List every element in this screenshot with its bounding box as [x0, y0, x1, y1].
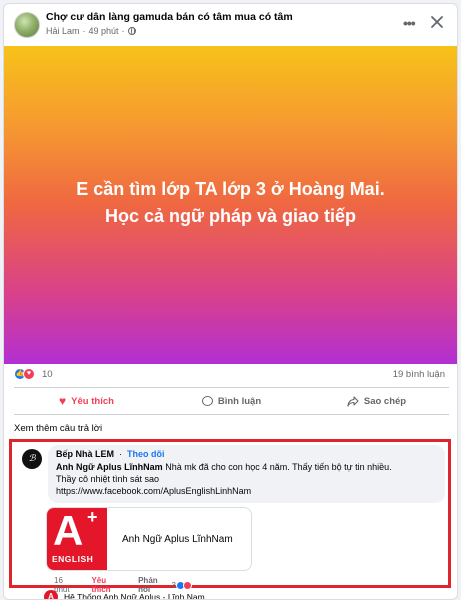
reaction-stats: 👍 ♥ 10 19 bình luận — [4, 366, 457, 384]
meta-separator: · — [121, 26, 125, 36]
group-name[interactable]: Chợ cư dân làng gamuda bán có tâm mua có… — [46, 11, 293, 23]
more-answers-link[interactable]: Xem thêm câu trả lời — [14, 423, 102, 434]
highlighted-comment: ℬ Bếp Nhà LEM · Theo dõi Anh Ngữ Aplus L… — [9, 439, 451, 594]
like-label: Yêu thích — [71, 395, 114, 407]
comment-link[interactable]: https://www.facebook.com/AplusEnglishLin… — [56, 486, 437, 496]
globe-icon — [127, 27, 136, 35]
post-card: Chợ cư dân làng gamuda bán có tâm mua có… — [3, 3, 458, 600]
comment-count[interactable]: 19 bình luận — [393, 369, 445, 380]
logo-plus: + — [87, 507, 98, 527]
more-dots-icon[interactable]: ••• — [403, 15, 416, 31]
close-icon[interactable] — [429, 14, 445, 30]
comment-bubble-icon — [201, 396, 213, 406]
share-button[interactable]: Sao chép — [304, 388, 449, 414]
comment-author[interactable]: Bếp Nhà LEM — [56, 449, 114, 459]
post-time[interactable]: 49 phút — [89, 26, 119, 36]
comment-separator: · — [119, 449, 123, 459]
action-bar: ♥ Yêu thích Bình luận Sao chép — [14, 387, 449, 415]
comment-label: Bình luận — [217, 395, 262, 407]
comment-text: Nhà mk đã cho con học 4 năm. Thấy tiến b… — [165, 462, 392, 472]
comment-header: Bếp Nhà LEM · Theo dõi — [56, 449, 437, 459]
banner-text: E cần tìm lớp TA lớp 3 ở Hoàng Mai. Học … — [76, 179, 385, 226]
post-meta: Hải Lam · 49 phút · — [46, 26, 136, 36]
next-reply-author[interactable]: Hệ Thống Anh Ngữ Aplus - Lĩnh Nam — [64, 592, 205, 599]
comment-text-line2: Thầy cô nhiệt tình sát sao — [56, 474, 160, 484]
post-banner: E cần tìm lớp TA lớp 3 ở Hoàng Mai. Học … — [4, 46, 457, 364]
heart-reaction-icon: ♥ — [23, 368, 35, 380]
link-preview-title: Anh Ngữ Aplus LĩnhNam — [122, 534, 233, 545]
comment-button[interactable]: Bình luận — [159, 388, 304, 414]
reaction-count[interactable]: 10 — [42, 369, 53, 380]
logo-word: ENGLISH — [52, 554, 94, 564]
meta-separator: · — [82, 26, 86, 36]
heart-reaction-icon — [183, 580, 192, 590]
next-reply: A Hệ Thống Anh Ngữ Aplus - Lĩnh Nam — [44, 590, 205, 599]
share-label: Sao chép — [363, 395, 407, 407]
link-preview-card[interactable]: A + ENGLISH Anh Ngữ Aplus LĩnhNam — [46, 507, 252, 571]
follow-button[interactable]: Theo dõi — [127, 449, 165, 459]
comment-bubble: Bếp Nhà LEM · Theo dõi Anh Ngữ Aplus Lĩn… — [48, 445, 445, 503]
comment-reactions[interactable]: 3 — [172, 580, 192, 590]
share-arrow-icon — [347, 395, 359, 407]
like-button[interactable]: ♥ Yêu thích — [14, 388, 159, 414]
comment-text-line1: Anh Ngữ Aplus LĩnhNam Nhà mk đã cho con … — [56, 462, 437, 472]
comment-mention[interactable]: Anh Ngữ Aplus LĩnhNam — [56, 462, 163, 472]
group-avatar[interactable] — [14, 12, 40, 38]
reaction-icons[interactable]: 👍 ♥ — [14, 368, 35, 380]
aplus-logo: A + ENGLISH — [47, 507, 107, 570]
next-reply-avatar[interactable]: A — [44, 590, 58, 599]
commenter-avatar[interactable]: ℬ — [22, 449, 42, 469]
post-header: Chợ cư dân làng gamuda bán có tâm mua có… — [4, 4, 457, 44]
post-author[interactable]: Hải Lam — [46, 26, 80, 36]
heart-icon: ♥ — [59, 394, 67, 408]
logo-letter: A — [53, 507, 84, 554]
